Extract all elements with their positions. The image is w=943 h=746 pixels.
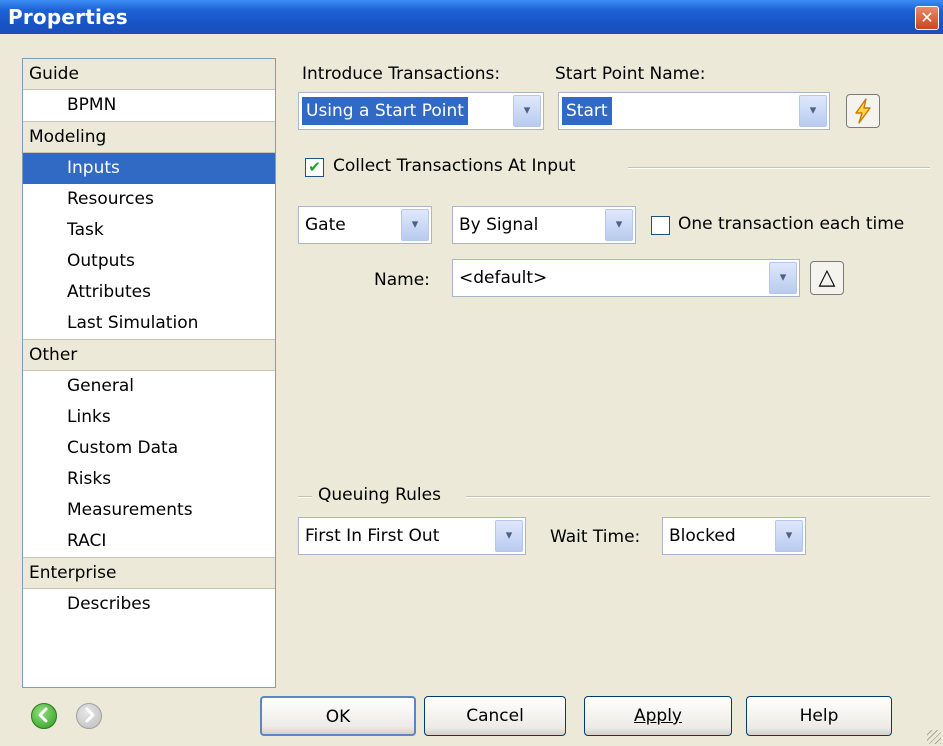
help-button[interactable]: Help [746,696,892,736]
right-arrow-glyph [85,707,95,723]
collect-transactions-checkbox[interactable]: ✔ [305,158,324,177]
chevron-down-icon[interactable]: ▾ [401,209,429,241]
wait-time-select[interactable]: Blocked ▾ [662,517,806,555]
name-select[interactable]: <default> ▾ [452,259,800,297]
close-button[interactable]: ✕ [915,6,939,30]
cancel-button[interactable]: Cancel [424,696,566,736]
chevron-down-icon[interactable]: ▾ [495,520,523,552]
group-guide[interactable]: Guide [23,59,275,90]
sidebar-item-attributes[interactable]: Attributes [23,277,275,308]
sidebar-item-describes[interactable]: Describes [23,589,275,620]
ok-button[interactable]: OK [260,696,416,736]
properties-dialog: Properties ✕ Guide BPMN Modeling Inputs … [0,0,943,746]
triangle-icon: △ [818,265,836,290]
sidebar-item-last-simulation[interactable]: Last Simulation [23,308,275,339]
divider [298,496,312,498]
sidebar-item-measurements[interactable]: Measurements [23,495,275,526]
resize-grip[interactable] [927,730,941,744]
title-bar[interactable]: Properties ✕ [0,0,943,34]
name-label: Name: [374,270,430,290]
chevron-down-icon[interactable]: ▾ [513,95,541,127]
sidebar-item-bpmn[interactable]: BPMN [23,90,275,121]
queuing-rule-value: First In First Out [305,526,440,546]
wait-time-label: Wait Time: [550,527,641,547]
chevron-down-icon[interactable]: ▾ [775,520,803,552]
sidebar-item-task[interactable]: Task [23,215,275,246]
sidebar-item-raci[interactable]: RACI [23,526,275,557]
window-title: Properties [8,5,128,29]
left-arrow-glyph [38,707,48,723]
start-point-name-label: Start Point Name: [555,64,706,84]
start-point-name-value: Start [562,97,612,125]
group-modeling[interactable]: Modeling [23,121,275,153]
sidebar-item-links[interactable]: Links [23,402,275,433]
group-enterprise[interactable]: Enterprise [23,557,275,589]
introduce-transactions-value: Using a Start Point [302,97,468,125]
divider [466,496,930,498]
chevron-down-icon[interactable]: ▾ [799,95,827,127]
category-list[interactable]: Guide BPMN Modeling Inputs Resources Tas… [22,58,276,688]
sidebar-item-outputs[interactable]: Outputs [23,246,275,277]
one-transaction-label: One transaction each time [678,214,905,234]
group-other[interactable]: Other [23,339,275,371]
queuing-rules-label: Queuing Rules [318,485,441,505]
name-value: <default> [459,268,548,288]
forward-arrow-icon[interactable] [76,703,102,729]
introduce-transactions-select[interactable]: Using a Start Point ▾ [298,92,544,130]
collect-transactions-label: Collect Transactions At Input [333,156,576,176]
divider [628,167,930,169]
sidebar-item-custom-data[interactable]: Custom Data [23,433,275,464]
one-transaction-checkbox[interactable] [651,216,670,235]
gate-value: Gate [305,215,346,235]
apply-button[interactable]: Apply [584,696,732,736]
signal-select[interactable]: By Signal ▾ [452,206,636,244]
sidebar-item-inputs[interactable]: Inputs [23,153,275,184]
chevron-down-icon[interactable]: ▾ [605,209,633,241]
sidebar-item-resources[interactable]: Resources [23,184,275,215]
chevron-down-icon[interactable]: ▾ [769,262,797,294]
sidebar-item-general[interactable]: General [23,371,275,402]
gate-select[interactable]: Gate ▾ [298,206,432,244]
lightning-icon [855,98,871,124]
wait-time-value: Blocked [669,526,736,546]
introduce-transactions-label: Introduce Transactions: [302,64,501,84]
lightning-button[interactable] [846,94,880,128]
close-icon: ✕ [920,8,934,27]
sidebar-item-risks[interactable]: Risks [23,464,275,495]
back-arrow-icon[interactable] [31,703,57,729]
triangle-button[interactable]: △ [810,261,844,295]
queuing-rule-select[interactable]: First In First Out ▾ [298,517,526,555]
signal-value: By Signal [459,215,539,235]
start-point-name-select[interactable]: Start ▾ [558,92,830,130]
